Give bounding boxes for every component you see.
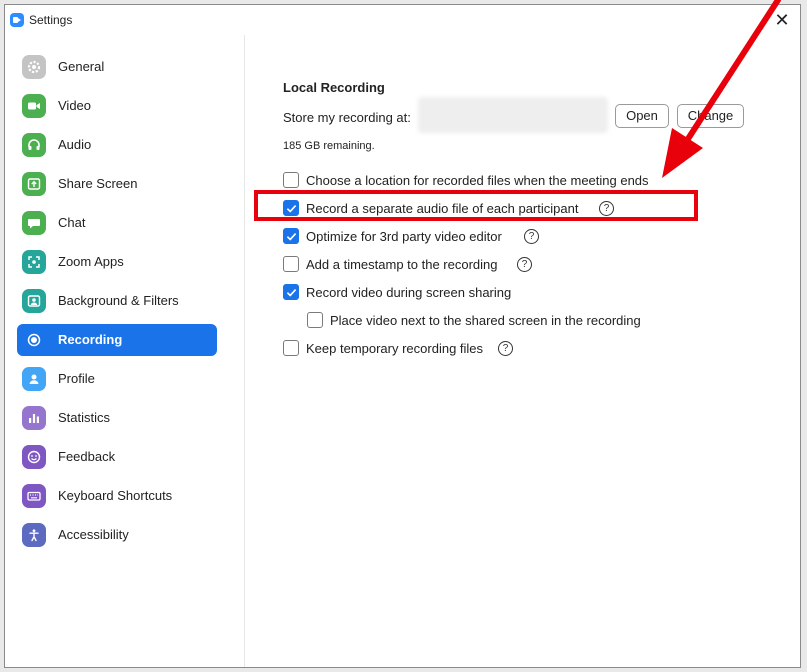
option-label: Optimize for 3rd party video editor — [306, 229, 502, 244]
sidebar-item-chat[interactable]: Chat — [17, 207, 217, 239]
option-label: Record a separate audio file of each par… — [306, 201, 579, 216]
place-video-next-checkbox[interactable] — [307, 312, 323, 328]
help-icon[interactable]: ? — [599, 201, 614, 216]
timestamp-checkbox[interactable] — [283, 256, 299, 272]
accessibility-icon — [22, 523, 46, 547]
headphones-icon — [22, 133, 46, 157]
store-location-label: Store my recording at: — [283, 110, 411, 125]
sidebar-item-label: Recording — [58, 332, 123, 347]
sidebar-item-label: Feedback — [58, 449, 116, 464]
help-icon[interactable]: ? — [517, 257, 532, 272]
sidebar-item-label: Profile — [58, 371, 95, 386]
sidebar: General Video Audio Share Screen Chat Zo… — [5, 35, 245, 667]
sidebar-item-label: Video — [58, 98, 92, 113]
statistics-icon — [22, 406, 46, 430]
choose-location-checkbox[interactable] — [283, 172, 299, 188]
close-button[interactable]: ✕ — [770, 8, 794, 32]
option-optimize-editor: Optimize for 3rd party video editor ? — [283, 227, 703, 247]
settings-window: Settings ✕ General Video Audio Share Scr… — [4, 4, 801, 668]
option-timestamp: Add a timestamp to the recording ? — [283, 255, 703, 275]
sidebar-item-label: Statistics — [58, 410, 111, 425]
open-button[interactable]: Open — [615, 104, 669, 128]
gear-icon — [22, 55, 46, 79]
zoom-app-icon — [10, 13, 24, 27]
chat-icon — [22, 211, 46, 235]
sidebar-item-zoom-apps[interactable]: Zoom Apps — [17, 246, 217, 278]
sidebar-item-label: General — [58, 59, 105, 74]
sidebar-item-feedback[interactable]: Feedback — [17, 441, 217, 473]
keep-temp-files-checkbox[interactable] — [283, 340, 299, 356]
keyboard-icon — [22, 484, 46, 508]
sidebar-item-video[interactable]: Video — [17, 90, 217, 122]
help-icon[interactable]: ? — [524, 229, 539, 244]
option-keep-temp-files: Keep temporary recording files ? — [283, 339, 703, 359]
sidebar-item-label: Zoom Apps — [58, 254, 124, 269]
video-icon — [22, 94, 46, 118]
sidebar-item-accessibility[interactable]: Accessibility — [17, 519, 217, 551]
sidebar-item-share-screen[interactable]: Share Screen — [17, 168, 217, 200]
sidebar-item-profile[interactable]: Profile — [17, 363, 217, 395]
storage-remaining: 185 GB remaining. — [283, 140, 375, 152]
title-bar: Settings ✕ — [5, 5, 800, 35]
help-icon[interactable]: ? — [498, 341, 513, 356]
option-separate-audio: Record a separate audio file of each par… — [283, 199, 703, 219]
record-icon — [22, 328, 46, 352]
feedback-icon — [22, 445, 46, 469]
recording-path-field — [418, 97, 608, 133]
change-button[interactable]: Change — [677, 104, 744, 128]
option-choose-location: Choose a location for recorded files whe… — [283, 171, 703, 191]
option-record-screen-sharing: Record video during screen sharing — [283, 283, 703, 303]
sidebar-item-label: Accessibility — [58, 527, 129, 542]
sidebar-item-label: Audio — [58, 137, 92, 152]
profile-icon — [22, 367, 46, 391]
sidebar-item-label: Background & Filters — [58, 293, 179, 308]
background-icon — [22, 289, 46, 313]
sidebar-item-label: Chat — [58, 215, 86, 230]
option-label: Record video during screen sharing — [306, 285, 512, 300]
local-recording-heading: Local Recording — [283, 80, 385, 95]
record-screen-sharing-checkbox[interactable] — [283, 284, 299, 300]
sidebar-item-keyboard-shortcuts[interactable]: Keyboard Shortcuts — [17, 480, 217, 512]
sidebar-item-audio[interactable]: Audio — [17, 129, 217, 161]
option-label: Choose a location for recorded files whe… — [306, 173, 649, 188]
sidebar-item-label: Share Screen — [58, 176, 138, 191]
recording-settings-panel: Local Recording Store my recording at: O… — [246, 35, 800, 667]
sidebar-item-label: Keyboard Shortcuts — [58, 488, 173, 503]
sidebar-item-recording[interactable]: Recording — [17, 324, 217, 356]
separate-audio-checkbox[interactable] — [283, 200, 299, 216]
sidebar-item-general[interactable]: General — [17, 51, 217, 83]
option-place-video-next: Place video next to the shared screen in… — [307, 311, 727, 331]
share-screen-icon — [22, 172, 46, 196]
option-label: Place video next to the shared screen in… — [330, 313, 641, 328]
option-label: Keep temporary recording files — [306, 341, 484, 356]
window-title: Settings — [29, 13, 73, 27]
sidebar-item-background-filters[interactable]: Background & Filters — [17, 285, 217, 317]
optimize-editor-checkbox[interactable] — [283, 228, 299, 244]
sidebar-item-statistics[interactable]: Statistics — [17, 402, 217, 434]
option-label: Add a timestamp to the recording — [306, 257, 498, 272]
apps-icon — [22, 250, 46, 274]
